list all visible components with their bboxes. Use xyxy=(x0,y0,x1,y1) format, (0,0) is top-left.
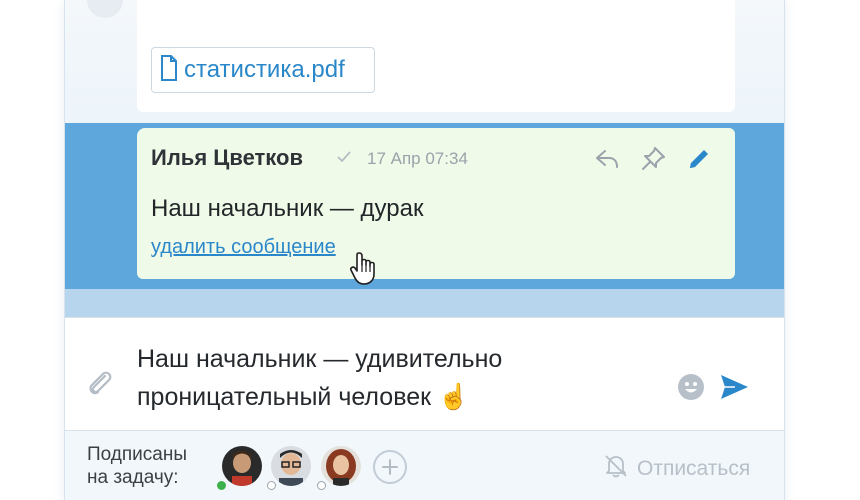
offline-status-dot xyxy=(317,481,326,490)
send-icon[interactable] xyxy=(719,372,749,402)
delete-message-link[interactable]: удалить сообщение xyxy=(151,236,336,259)
message-composer[interactable]: Наш начальник — удивительно проницательн… xyxy=(65,317,784,431)
message-bubble: Илья Цветков 17 Апр 07:34 Наш начальник … xyxy=(137,128,735,279)
document-icon xyxy=(160,54,178,86)
smiley-icon[interactable] xyxy=(677,373,705,401)
unsubscribe-button[interactable]: Отписаться xyxy=(603,453,750,484)
highlight-fade xyxy=(65,289,784,317)
unsubscribe-label[interactable]: Отписаться xyxy=(637,457,750,481)
message-author[interactable]: Илья Цветков xyxy=(151,145,303,171)
message-actions xyxy=(593,145,713,173)
add-subscriber-button[interactable] xyxy=(373,450,407,484)
subscriber-avatar-2[interactable] xyxy=(271,446,311,486)
attachment-file-name[interactable]: статистика.pdf xyxy=(184,56,345,84)
hand-pointer-cursor-icon xyxy=(347,250,383,286)
subscriber-avatar-3[interactable] xyxy=(321,446,361,486)
attachment-chip[interactable]: статистика.pdf xyxy=(151,47,375,93)
bell-off-icon xyxy=(603,453,629,484)
subscriber-avatar-1[interactable] xyxy=(222,446,262,486)
subscribers-footer: Подписаны на задачу: Отписаться xyxy=(65,431,784,500)
previous-message: статистика.pdf xyxy=(137,0,735,112)
paperclip-icon[interactable] xyxy=(85,368,115,400)
previous-message-avatar xyxy=(87,0,123,18)
online-status-dot xyxy=(217,481,226,490)
subscribers-label: Подписаны на задачу: xyxy=(87,444,188,488)
composer-input[interactable]: Наш начальник — удивительно проницательн… xyxy=(137,340,657,416)
chat-panel: статистика.pdf Илья Цветков 17 Апр 07:34 xyxy=(64,0,785,500)
message-body: Наш начальник — дурак xyxy=(151,195,424,222)
check-icon xyxy=(337,150,351,168)
pin-icon[interactable] xyxy=(639,145,667,173)
plus-icon xyxy=(382,459,398,475)
reply-icon[interactable] xyxy=(593,145,621,173)
offline-status-dot xyxy=(267,481,276,490)
message-timestamp: 17 Апр 07:34 xyxy=(367,149,468,168)
edit-icon[interactable] xyxy=(685,145,713,173)
